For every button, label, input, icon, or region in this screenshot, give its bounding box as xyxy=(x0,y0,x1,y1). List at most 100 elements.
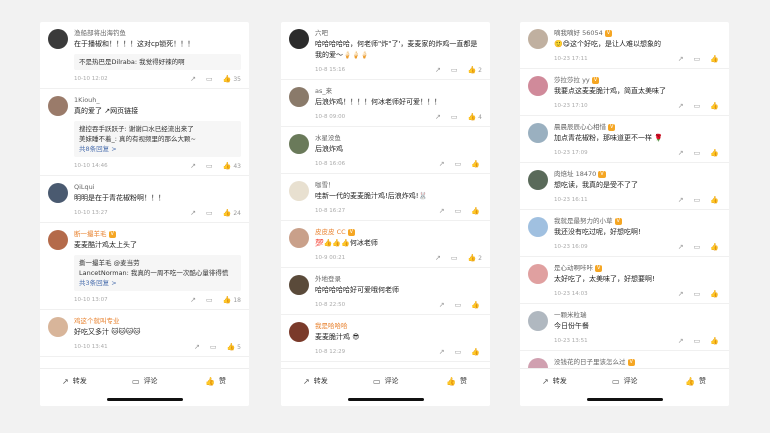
like-button[interactable]: 👍 24 xyxy=(223,209,241,217)
share-icon[interactable]: ↗ xyxy=(435,113,441,121)
commenter-name-text[interactable]: 咖雪！ xyxy=(315,181,335,189)
avatar[interactable] xyxy=(289,87,309,107)
share-icon[interactable]: ↗ xyxy=(194,343,200,351)
commenter-name-text[interactable]: QiLqui xyxy=(74,183,95,191)
comment-icon[interactable]: ▭ xyxy=(206,75,213,83)
commenter-name[interactable]: 水星没鱼 xyxy=(315,133,482,143)
like-button[interactable]: 👍 xyxy=(471,207,482,215)
commenter-name-text[interactable]: 晨晨辰辰心心相惜 xyxy=(554,123,606,131)
like-button[interactable]: 👍 43 xyxy=(223,162,241,170)
comment-icon[interactable]: ▭ xyxy=(694,196,701,204)
comment-icon[interactable]: ▭ xyxy=(694,337,701,345)
commenter-name[interactable]: 嘀我嘀好 56054 V xyxy=(554,28,721,38)
avatar[interactable] xyxy=(528,311,548,331)
like-button[interactable]: 👍 xyxy=(471,301,482,309)
commenter-name-text[interactable]: 我就是最努力的小草 xyxy=(554,217,613,225)
avatar[interactable] xyxy=(48,317,68,337)
commenter-name-text[interactable]: 1Kiouh_ xyxy=(74,96,100,104)
share-icon[interactable]: ↗ xyxy=(190,209,196,217)
reply-preview[interactable]: 搜控吞手跃跃子: 谢谢口水已经流出来了 美妹睡不着_: 真的有视频里的那么大颗~ 共… xyxy=(74,121,241,157)
like-button[interactable]: 👍 xyxy=(471,348,482,356)
more-replies-link[interactable]: 共8条回复 > xyxy=(79,144,236,154)
avatar[interactable] xyxy=(289,322,309,342)
like-button[interactable]: 👍 xyxy=(710,290,721,298)
reply-preview[interactable]: 撕一撮羊毛 @麦当劳 LancetNorman: 我真的一周不吃一次酷心量徘得慌共… xyxy=(74,255,241,291)
forward-button[interactable]: ↗ 转发 xyxy=(303,376,328,386)
comment-icon[interactable]: ▭ xyxy=(206,296,213,304)
commenter-name[interactable]: 我是哈哈哈 xyxy=(315,321,482,331)
commenter-name-text[interactable]: 皮皮皮 CC xyxy=(315,228,346,236)
forward-button[interactable]: ↗ 转发 xyxy=(62,376,87,386)
share-icon[interactable]: ↗ xyxy=(439,160,445,168)
comment-button[interactable]: ▭ 评论 xyxy=(612,376,638,386)
commenter-name-text[interactable]: 鸡这个就叫专业 xyxy=(74,317,120,325)
commenter-name[interactable]: 是心动啊咔咔 V xyxy=(554,263,721,273)
commenter-name[interactable]: 渔船部将出海钓鱼 xyxy=(74,28,241,38)
commenter-name-text[interactable]: 没钱花的日子里该怎么过 xyxy=(554,358,626,366)
like-button[interactable]: 👍 5 xyxy=(226,343,241,351)
forward-button[interactable]: ↗ 转发 xyxy=(542,376,567,386)
commenter-name-text[interactable]: 外地登录 xyxy=(315,275,341,283)
avatar[interactable] xyxy=(48,183,68,203)
comment-icon[interactable]: ▭ xyxy=(455,301,462,309)
share-icon[interactable]: ↗ xyxy=(435,66,441,74)
avatar[interactable] xyxy=(289,228,309,248)
avatar[interactable] xyxy=(289,181,309,201)
commenter-name-text[interactable]: 莎拉莎拉 yy xyxy=(554,76,590,84)
like-button[interactable]: 👍 赞 xyxy=(205,376,226,386)
share-icon[interactable]: ↗ xyxy=(435,254,441,262)
commenter-name[interactable]: 外地登录 xyxy=(315,274,482,284)
avatar[interactable] xyxy=(528,76,548,96)
avatar[interactable] xyxy=(528,123,548,143)
like-button[interactable]: 👍 赞 xyxy=(446,376,467,386)
commenter-name-text[interactable]: 是心动啊咔咔 xyxy=(554,264,593,272)
avatar[interactable] xyxy=(528,170,548,190)
like-button[interactable]: 👍 xyxy=(710,102,721,110)
commenter-name-text[interactable]: 嘀我嘀好 56054 xyxy=(554,29,603,37)
avatar[interactable] xyxy=(528,29,548,49)
comment-icon[interactable]: ▭ xyxy=(206,209,213,217)
like-button[interactable]: 👍 xyxy=(710,243,721,251)
commenter-name-text[interactable]: 我是哈哈哈 xyxy=(315,322,348,330)
share-icon[interactable]: ↗ xyxy=(190,75,196,83)
comment-icon[interactable]: ▭ xyxy=(694,243,701,251)
comment-icon[interactable]: ▭ xyxy=(451,113,458,121)
avatar[interactable] xyxy=(528,217,548,237)
commenter-name[interactable]: 莎拉莎拉 yy V xyxy=(554,75,721,85)
comment-button[interactable]: ▭ 评论 xyxy=(373,376,399,386)
comment-icon[interactable]: ▭ xyxy=(451,254,458,262)
commenter-name[interactable]: 六吧 xyxy=(315,28,482,38)
share-icon[interactable]: ↗ xyxy=(678,102,684,110)
commenter-name-text[interactable]: as_来 xyxy=(315,87,332,95)
comment-icon[interactable]: ▭ xyxy=(206,162,213,170)
commenter-name[interactable]: 没钱花的日子里该怎么过 V xyxy=(554,357,721,367)
like-button[interactable]: 👍 2 xyxy=(467,66,482,74)
avatar[interactable] xyxy=(528,264,548,284)
like-button[interactable]: 👍 xyxy=(471,160,482,168)
share-icon[interactable]: ↗ xyxy=(190,296,196,304)
commenter-name[interactable]: 断一撮羊毛 V xyxy=(74,229,241,239)
like-button[interactable]: 👍 赞 xyxy=(685,376,706,386)
comment-icon[interactable]: ▭ xyxy=(694,55,701,63)
more-replies-link[interactable]: 共3条回复 > xyxy=(79,278,236,288)
share-icon[interactable]: ↗ xyxy=(678,337,684,345)
commenter-name[interactable]: 鸡这个就叫专业 xyxy=(74,316,241,326)
commenter-name[interactable]: 一颗米粒瑞 xyxy=(554,310,721,320)
share-icon[interactable]: ↗ xyxy=(678,55,684,63)
reply-preview[interactable]: 不是热巴是Dilraba: 我觉得好辣的啊 xyxy=(74,54,241,70)
like-button[interactable]: 👍 2 xyxy=(467,254,482,262)
like-button[interactable]: 👍 18 xyxy=(223,296,241,304)
commenter-name[interactable]: as_来 xyxy=(315,86,482,96)
commenter-name-text[interactable]: 六吧 xyxy=(315,29,328,37)
comment-icon[interactable]: ▭ xyxy=(694,290,701,298)
commenter-name-text[interactable]: 渔船部将出海钓鱼 xyxy=(74,29,126,37)
commenter-name-text[interactable]: 肉焙址 18470 xyxy=(554,170,596,178)
commenter-name-text[interactable]: 断一撮羊毛 xyxy=(74,230,107,238)
like-button[interactable]: 👍 xyxy=(710,149,721,157)
avatar[interactable] xyxy=(289,275,309,295)
commenter-name[interactable]: 1Kiouh_ xyxy=(74,95,241,105)
commenter-name-text[interactable]: 水星没鱼 xyxy=(315,134,341,142)
avatar[interactable] xyxy=(528,358,548,368)
comment-icon[interactable]: ▭ xyxy=(455,207,462,215)
comment-icon[interactable]: ▭ xyxy=(210,343,217,351)
